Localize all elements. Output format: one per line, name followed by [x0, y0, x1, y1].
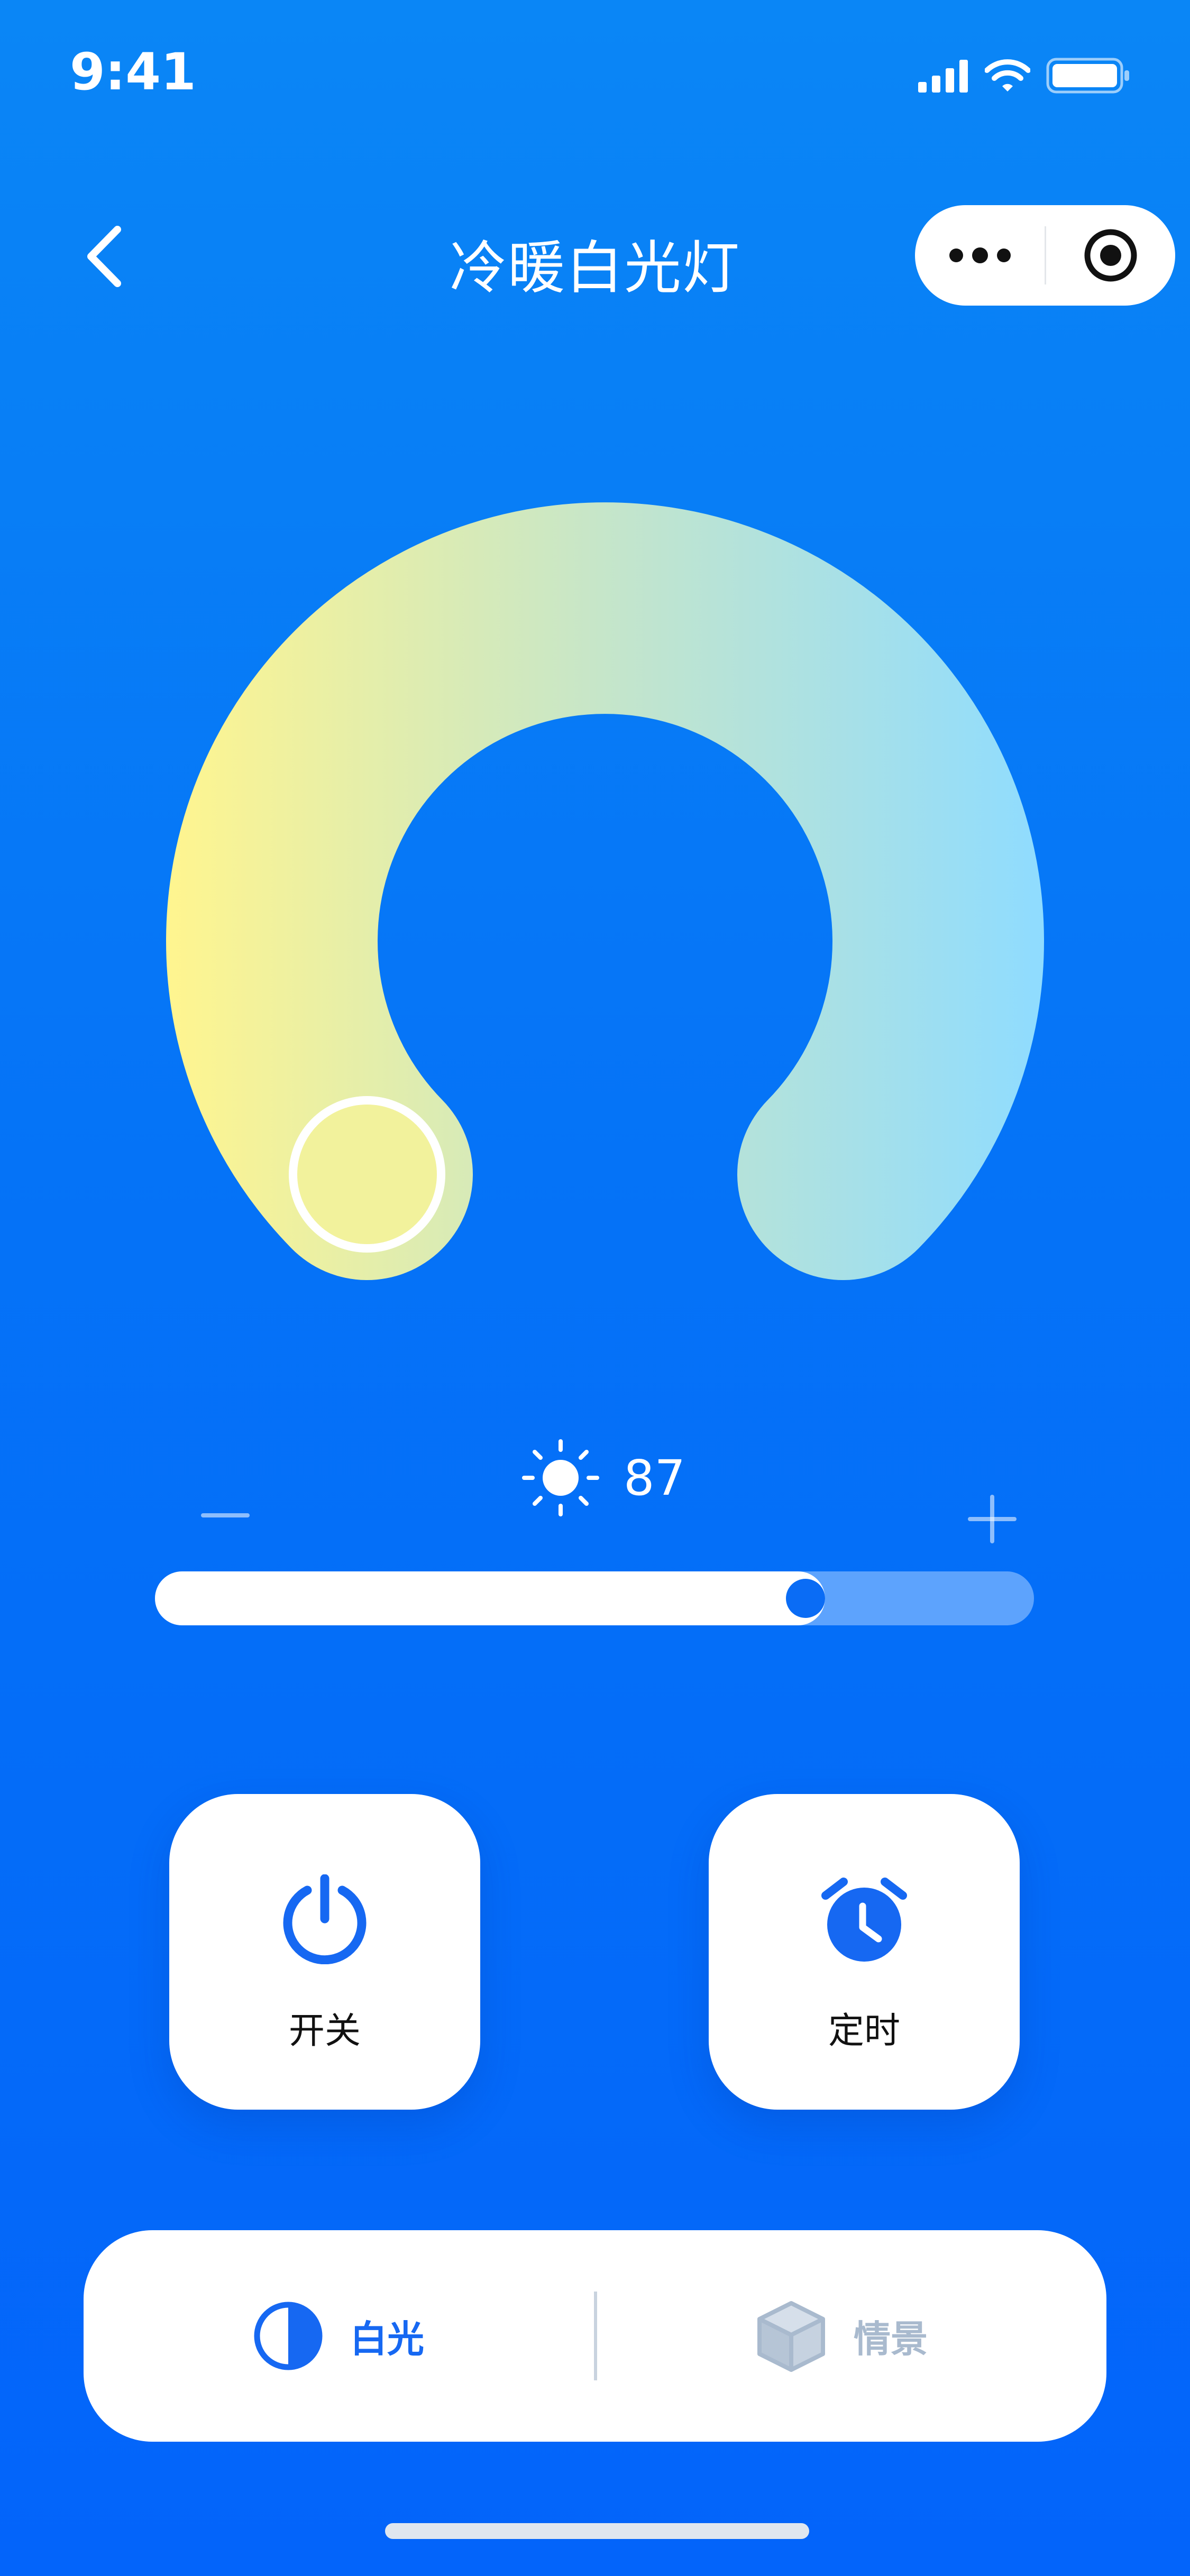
sun-icon: [522, 1439, 599, 1516]
tab-label-scene: 情景: [854, 2317, 928, 2361]
temperature-thumb[interactable]: [289, 1096, 445, 1253]
timer-button[interactable]: 定时: [709, 1794, 1020, 2110]
mode-tab-bar: 白光 情景: [84, 2230, 1106, 2442]
brightness-increase-button[interactable]: [968, 1495, 1017, 1543]
half-circle-icon: [254, 2302, 323, 2370]
app-screen: { "status_bar": { "time": "9:41" }, "nav…: [0, 0, 1190, 2576]
alarm-clock-icon: [821, 1878, 907, 1962]
cube-icon: [757, 2301, 825, 2372]
tab-label-white-light: 白光: [350, 2317, 424, 2361]
tab-scene[interactable]: 情景: [755, 2230, 928, 2442]
timer-label: 定时: [828, 2010, 900, 2052]
brightness-slider-thumb[interactable]: [785, 1579, 825, 1618]
tab-white-light[interactable]: 白光: [253, 2230, 424, 2442]
brightness-decrease-button[interactable]: [201, 1513, 250, 1517]
power-button[interactable]: 开关: [169, 1794, 480, 2110]
brightness-slider-fill: [155, 1571, 825, 1625]
power-label: 开关: [288, 2010, 361, 2052]
color-temperature-ring[interactable]: [0, 0, 1190, 1428]
power-icon: [283, 1874, 367, 1964]
home-indicator[interactable]: [385, 2523, 809, 2539]
brightness-readout: 87: [521, 1438, 685, 1517]
color-temperature-arc[interactable]: [166, 502, 1044, 1280]
tab-divider: [594, 2292, 597, 2380]
brightness-value: 87: [624, 1449, 686, 1506]
brightness-slider[interactable]: [155, 1571, 1034, 1625]
